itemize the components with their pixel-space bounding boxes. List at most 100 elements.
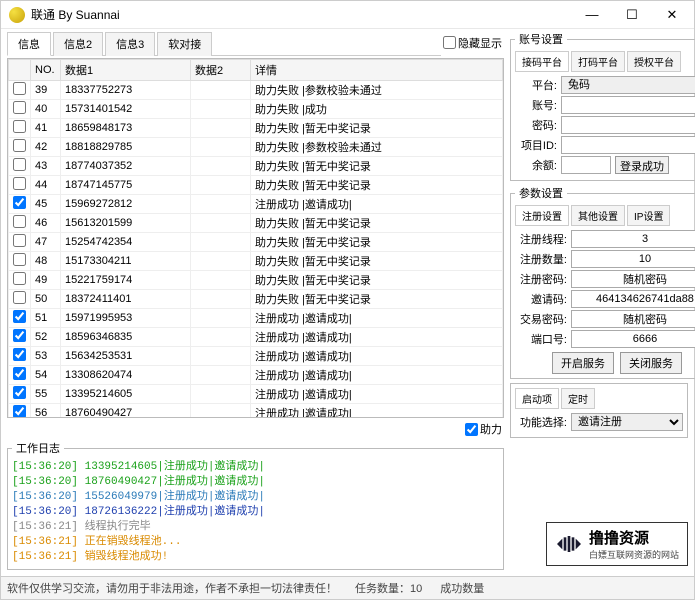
table-row[interactable]: 41 18659848173 助力失败 |暂无中奖记录 (9, 119, 503, 138)
row-checkbox[interactable] (13, 82, 26, 95)
cell-no: 39 (31, 81, 61, 100)
app-window: 联通 By Suannai — ☐ ✕ 信息 信息2 信息3 软对接 隐藏显示 (0, 0, 695, 600)
tab-soft-dock[interactable]: 软对接 (157, 32, 212, 56)
cell-data2 (191, 385, 251, 404)
col-data1[interactable]: 数据1 (61, 60, 191, 81)
platform-label: 平台: (515, 77, 557, 93)
table-row[interactable]: 43 18774037352 助力失败 |暂无中奖记录 (9, 157, 503, 176)
row-checkbox[interactable] (13, 253, 26, 266)
table-row[interactable]: 39 18337752273 助力失败 |参数校验未通过 (9, 81, 503, 100)
func-select[interactable]: 邀请注册 (571, 413, 683, 431)
cell-detail: 助力失败 |参数校验未通过 (251, 81, 503, 100)
platform-select[interactable]: 兔码 (561, 76, 695, 94)
pwd-input[interactable] (561, 116, 695, 134)
hide-display-checkbox[interactable] (443, 36, 456, 49)
row-checkbox[interactable] (13, 196, 26, 209)
cell-no: 45 (31, 195, 61, 214)
cell-detail: 注册成功 |邀请成功| (251, 347, 503, 366)
tab-info3[interactable]: 信息3 (105, 32, 155, 56)
status-success: 成功数量 (440, 580, 484, 596)
tab-info[interactable]: 信息 (7, 32, 51, 56)
tab-info2[interactable]: 信息2 (53, 32, 103, 56)
tab-auth-platform[interactable]: 授权平台 (627, 51, 681, 72)
reg-threads-input[interactable] (571, 230, 695, 248)
table-row[interactable]: 42 18818829785 助力失败 |参数校验未通过 (9, 138, 503, 157)
minimize-button[interactable]: — (572, 3, 612, 27)
table-row[interactable]: 56 18760490427 注册成功 |邀请成功| (9, 404, 503, 419)
cell-data1: 13395214605 (61, 385, 191, 404)
row-checkbox[interactable] (13, 272, 26, 285)
row-checkbox[interactable] (13, 120, 26, 133)
table-row[interactable]: 47 15254742354 助力失败 |暂无中奖记录 (9, 233, 503, 252)
reg-pwd-input[interactable] (571, 270, 695, 288)
data-table-wrap[interactable]: NO. 数据1 数据2 详情 39 18337752273 助力失败 |参数校验… (7, 58, 504, 418)
cell-data1: 15221759174 (61, 271, 191, 290)
tab-reg-settings[interactable]: 注册设置 (515, 205, 569, 226)
cell-detail: 助力失败 |参数校验未通过 (251, 138, 503, 157)
col-no[interactable]: NO. (31, 60, 61, 81)
watermark-logo-icon (555, 534, 583, 554)
projid-input[interactable] (561, 136, 695, 154)
row-checkbox[interactable] (13, 386, 26, 399)
row-checkbox[interactable] (13, 215, 26, 228)
invite-code-input[interactable] (571, 290, 695, 308)
table-row[interactable]: 49 15221759174 助力失败 |暂无中奖记录 (9, 271, 503, 290)
acct-input[interactable] (561, 96, 695, 114)
tab-timer[interactable]: 定时 (561, 388, 595, 409)
cell-no: 44 (31, 176, 61, 195)
row-checkbox[interactable] (13, 310, 26, 323)
col-data2[interactable]: 数据2 (191, 60, 251, 81)
table-row[interactable]: 44 18747145775 助力失败 |暂无中奖记录 (9, 176, 503, 195)
cell-data1: 15731401542 (61, 100, 191, 119)
reg-count-input[interactable] (571, 250, 695, 268)
maximize-button[interactable]: ☐ (612, 3, 652, 27)
assist-checkbox[interactable] (465, 423, 478, 436)
table-row[interactable]: 40 15731401542 助力失败 |成功 (9, 100, 503, 119)
table-row[interactable]: 46 15613201599 助力失败 |暂无中奖记录 (9, 214, 503, 233)
col-detail[interactable]: 详情 (251, 60, 503, 81)
log-content[interactable]: [15:36:20] 13395214605|注册成功|邀请成功|[15:36:… (12, 460, 499, 565)
titlebar: 联通 By Suannai — ☐ ✕ (1, 1, 694, 29)
row-checkbox[interactable] (13, 158, 26, 171)
row-checkbox[interactable] (13, 348, 26, 361)
cell-data2 (191, 404, 251, 419)
table-row[interactable]: 53 15634253531 注册成功 |邀请成功| (9, 347, 503, 366)
row-checkbox[interactable] (13, 329, 26, 342)
start-service-button[interactable]: 开启服务 (552, 352, 614, 374)
port-input[interactable] (571, 330, 695, 348)
cell-data1: 18818829785 (61, 138, 191, 157)
reg-pwd-label: 注册密码: (515, 271, 567, 287)
close-button[interactable]: ✕ (652, 3, 692, 27)
tab-startup[interactable]: 启动项 (515, 388, 559, 409)
stop-service-button[interactable]: 关闭服务 (620, 352, 682, 374)
cell-data1: 18372411401 (61, 290, 191, 309)
row-checkbox[interactable] (13, 139, 26, 152)
tab-ip-settings[interactable]: IP设置 (627, 205, 670, 226)
table-row[interactable]: 48 15173304211 助力失败 |暂无中奖记录 (9, 252, 503, 271)
login-button[interactable]: 登录成功 (615, 156, 669, 174)
tab-captcha-platform[interactable]: 打码平台 (571, 51, 625, 72)
tab-other-settings[interactable]: 其他设置 (571, 205, 625, 226)
table-row[interactable]: 54 13308620474 注册成功 |邀请成功| (9, 366, 503, 385)
table-row[interactable]: 52 18596346835 注册成功 |邀请成功| (9, 328, 503, 347)
balance-input[interactable] (561, 156, 611, 174)
table-row[interactable]: 55 13395214605 注册成功 |邀请成功| (9, 385, 503, 404)
txn-pwd-input[interactable] (571, 310, 695, 328)
cell-data2 (191, 119, 251, 138)
balance-label: 余额: (515, 157, 557, 173)
row-checkbox[interactable] (13, 291, 26, 304)
tab-sms-platform[interactable]: 接码平台 (515, 51, 569, 72)
row-checkbox[interactable] (13, 177, 26, 190)
reg-threads-label: 注册线程: (515, 231, 567, 247)
cell-data1: 15969272812 (61, 195, 191, 214)
row-checkbox[interactable] (13, 234, 26, 247)
row-checkbox[interactable] (13, 367, 26, 380)
table-row[interactable]: 50 18372411401 助力失败 |暂无中奖记录 (9, 290, 503, 309)
cell-no: 54 (31, 366, 61, 385)
row-checkbox[interactable] (13, 101, 26, 114)
table-row[interactable]: 45 15969272812 注册成功 |邀请成功| (9, 195, 503, 214)
txn-pwd-label: 交易密码: (515, 311, 567, 327)
table-row[interactable]: 51 15971995953 注册成功 |邀请成功| (9, 309, 503, 328)
cell-data2 (191, 195, 251, 214)
row-checkbox[interactable] (13, 405, 26, 418)
